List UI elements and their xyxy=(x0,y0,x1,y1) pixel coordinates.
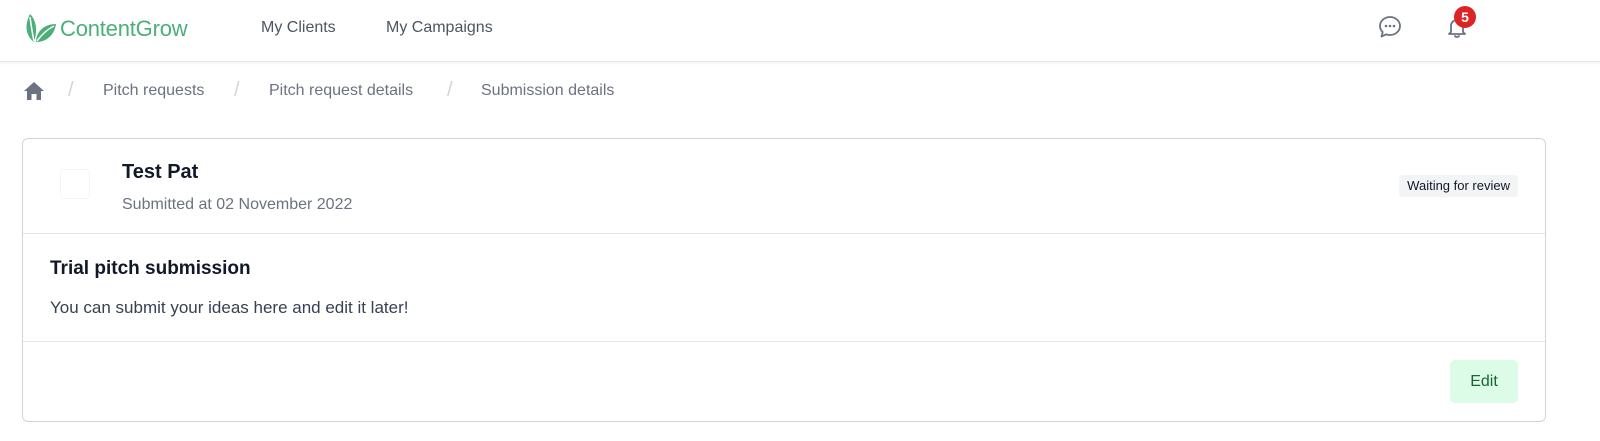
edit-button[interactable]: Edit xyxy=(1450,360,1518,403)
nav-my-campaigns[interactable]: My Campaigns xyxy=(386,19,493,37)
breadcrumb: / Pitch requests / Pitch request details… xyxy=(0,76,1600,106)
submission-header: Test Pat Submitted at 02 November 2022 W… xyxy=(23,139,1545,234)
breadcrumb-separator: / xyxy=(447,79,453,101)
leaf-logo-icon xyxy=(22,8,58,49)
pitch-title: Trial pitch submission xyxy=(50,258,251,279)
home-icon[interactable] xyxy=(23,80,45,102)
breadcrumb-submission-details: Submission details xyxy=(481,82,615,99)
breadcrumb-pitch-requests[interactable]: Pitch requests xyxy=(103,82,204,100)
submitted-date: Submitted at 02 November 2022 xyxy=(122,196,353,213)
brand-logo[interactable]: ContentGrow xyxy=(22,8,188,49)
nav-my-clients[interactable]: My Clients xyxy=(261,19,336,37)
notification-count-badge: 5 xyxy=(1454,6,1476,28)
submission-card: Test Pat Submitted at 02 November 2022 W… xyxy=(22,138,1546,422)
pitch-text: You can submit your ideas here and edit … xyxy=(50,298,409,317)
breadcrumb-separator: / xyxy=(68,79,74,101)
breadcrumb-pitch-request-details[interactable]: Pitch request details xyxy=(269,82,413,100)
chat-icon[interactable] xyxy=(1377,14,1405,42)
top-navbar: ContentGrow My Clients My Campaigns 5 xyxy=(0,0,1600,62)
status-badge: Waiting for review xyxy=(1399,175,1518,197)
brand-name: ContentGrow xyxy=(60,15,188,41)
submission-body: Trial pitch submission You can submit yo… xyxy=(23,234,1545,342)
submission-footer: Edit xyxy=(23,342,1545,422)
breadcrumb-separator: / xyxy=(234,79,240,101)
author-name: Test Pat xyxy=(122,161,199,183)
avatar xyxy=(60,169,90,199)
